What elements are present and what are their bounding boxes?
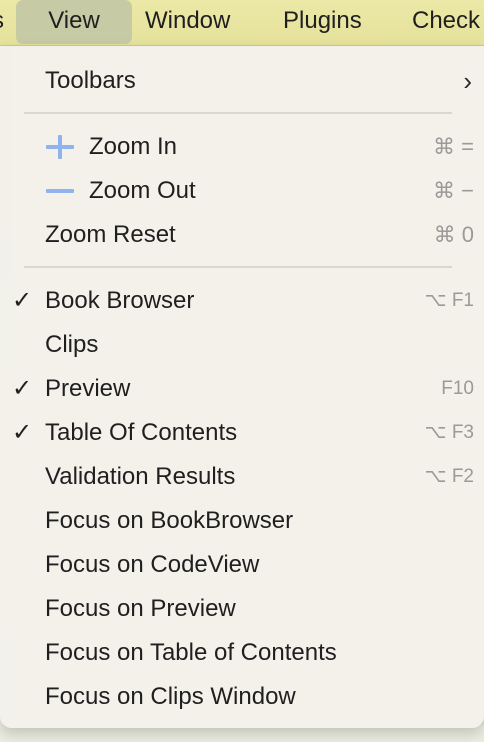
menubar-item-plugins[interactable]: Plugins: [283, 0, 362, 44]
keyboard-shortcut: ⌥ F2: [424, 466, 474, 487]
menu-item-zoom-in[interactable]: Zoom In ⌘ =: [0, 125, 484, 169]
menu-item-label: Zoom Reset: [45, 221, 176, 248]
menu-item-label: Focus on CodeView: [45, 551, 260, 578]
menu-item-focus-preview[interactable]: Focus on Preview: [0, 587, 484, 631]
menu-item-clips[interactable]: Clips: [0, 323, 484, 367]
menu-separator: [24, 112, 452, 114]
menu-item-label: Focus on BookBrowser: [45, 507, 294, 534]
keyboard-shortcut: ⌥ F1: [424, 290, 474, 311]
menu-item-label: Validation Results: [45, 463, 236, 490]
menu-item-label: Book Browser: [45, 287, 195, 314]
keyboard-shortcut: ⌘ 0: [433, 222, 474, 247]
menu-item-table-of-contents[interactable]: ✓ Table Of Contents ⌥ F3: [0, 411, 484, 455]
menu-item-label: Focus on Table of Contents: [45, 639, 337, 666]
view-menu-dropdown: Toolbars › Zoom In ⌘ = Zoom Out ⌘ − Zoom…: [0, 46, 484, 728]
menu-item-focus-table-of-contents[interactable]: Focus on Table of Contents: [0, 631, 484, 675]
menu-item-label: Preview: [45, 375, 131, 402]
menu-item-focus-clips-window[interactable]: Focus on Clips Window: [0, 675, 484, 719]
menu-item-label: Toolbars: [45, 67, 136, 94]
keyboard-shortcut: F10: [441, 378, 474, 399]
checkmark-icon: ✓: [12, 419, 33, 446]
menu-item-zoom-out[interactable]: Zoom Out ⌘ −: [0, 169, 484, 213]
menu-item-toolbars[interactable]: Toolbars ›: [0, 59, 484, 103]
menubar-item-view[interactable]: View: [16, 0, 132, 44]
keyboard-shortcut: ⌥ F3: [424, 422, 474, 443]
menu-item-label: Focus on Preview: [45, 595, 236, 622]
menu-item-preview[interactable]: ✓ Preview F10: [0, 367, 484, 411]
keyboard-shortcut: ⌘ −: [433, 178, 474, 203]
minus-icon: [46, 189, 74, 193]
menu-separator: [24, 266, 452, 268]
menubar-item-partial[interactable]: s: [0, 0, 4, 44]
keyboard-shortcut: ⌘ =: [433, 134, 474, 159]
menu-item-label: Zoom Out: [89, 177, 196, 204]
menu-item-zoom-reset[interactable]: Zoom Reset ⌘ 0: [0, 213, 484, 257]
menu-item-focus-codeview[interactable]: Focus on CodeView: [0, 543, 484, 587]
menu-item-label: Clips: [45, 331, 99, 358]
menu-item-focus-bookbrowser[interactable]: Focus on BookBrowser: [0, 499, 484, 543]
checkmark-icon: ✓: [12, 287, 33, 314]
menu-item-book-browser[interactable]: ✓ Book Browser ⌥ F1: [0, 279, 484, 323]
menubar-item-checkpoints[interactable]: Check: [412, 0, 480, 44]
plus-icon: [46, 135, 74, 159]
menubar-item-window[interactable]: Window: [145, 0, 230, 44]
menu-item-label: Focus on Clips Window: [45, 683, 296, 710]
chevron-right-icon: ›: [463, 66, 472, 96]
menu-bar: s View Window Plugins Check: [0, 0, 484, 46]
menu-item-validation-results[interactable]: Validation Results ⌥ F2: [0, 455, 484, 499]
checkmark-icon: ✓: [12, 375, 33, 402]
menu-item-label: Table Of Contents: [45, 419, 238, 446]
menu-item-label: Zoom In: [89, 133, 178, 160]
